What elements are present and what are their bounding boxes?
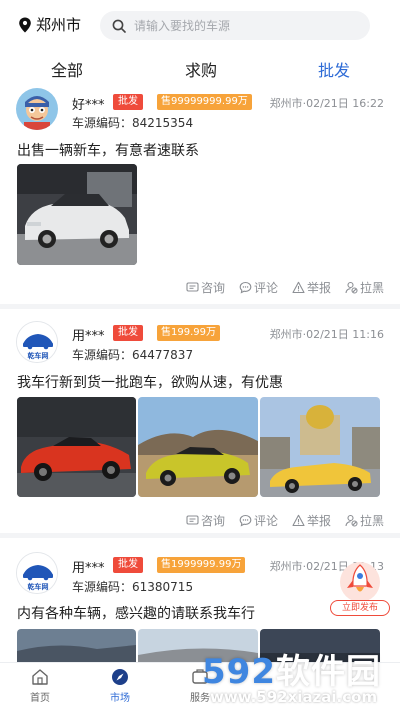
divider [0, 533, 400, 538]
price-tag: 售99999999.99万 [157, 94, 252, 110]
comment-icon [239, 281, 252, 294]
search-bar[interactable] [100, 11, 370, 40]
location-time: 郑州市·02/21日 16:22 [269, 97, 384, 110]
block-button[interactable]: 拉黑 [345, 279, 384, 296]
watermark-url: www.592xiazai.com [210, 688, 378, 706]
avatar[interactable]: 乾车网 [16, 321, 58, 363]
avatar-brand-text: 乾车网 [27, 352, 49, 360]
consult-label: 咨询 [200, 514, 225, 528]
listing-code: 车源编码：61380715 [72, 580, 194, 594]
publish-button[interactable]: 立即发布 [330, 560, 390, 616]
wholesale-tag: 批发 [113, 94, 143, 110]
car-photo[interactable] [260, 397, 380, 497]
comment-label: 评论 [253, 514, 278, 528]
comment-icon [239, 514, 252, 527]
post-actions: 咨询 评论 举报 拉黑 [186, 512, 384, 529]
tab-all[interactable]: 全部 [51, 57, 83, 81]
listing-code: 车源编码：84215354 [72, 116, 194, 130]
nav-home-label: 首页 [30, 693, 50, 704]
username: 用*** [72, 329, 105, 344]
watermark: 592软件园 www.592xiazai.com [196, 644, 400, 711]
block-label: 拉黑 [359, 514, 384, 528]
block-user-icon [345, 514, 358, 527]
report-button[interactable]: 举报 [292, 279, 331, 296]
avatar[interactable]: 乾车网 [16, 552, 58, 594]
post-description: 出售一辆新车，有意者速联系 [17, 143, 199, 159]
tab-wholesale[interactable]: 批发 [318, 57, 350, 81]
block-label: 拉黑 [359, 281, 384, 295]
post-card[interactable]: 乾车网 用*** 批发 售199.99万 郑州市·02/21日 11:16 车源… [0, 312, 400, 532]
car-photo[interactable] [17, 629, 136, 662]
block-user-icon [345, 281, 358, 294]
top-bar: 郑州市 [0, 0, 400, 50]
avatar-brand-text: 乾车网 [27, 583, 49, 591]
chat-icon [186, 282, 199, 292]
consult-button[interactable]: 咨询 [186, 279, 225, 296]
price-tag: 售199.99万 [157, 325, 220, 341]
home-icon [32, 669, 48, 685]
divider [0, 304, 400, 309]
car-photo[interactable] [17, 164, 137, 265]
nav-home[interactable]: 首页 [10, 667, 70, 704]
report-button[interactable]: 举报 [292, 512, 331, 529]
watermark-text: 软件园 [275, 652, 381, 692]
search-icon [112, 19, 126, 33]
username: 用*** [72, 561, 105, 576]
category-tabs: 全部 求购 批发 [0, 55, 400, 85]
location-pin-icon [19, 17, 31, 32]
warning-icon [292, 281, 305, 294]
price-tag: 售1999999.99万 [157, 557, 246, 573]
watermark-brand: 592软件园 [202, 644, 381, 693]
publish-label: 立即发布 [330, 600, 390, 616]
wholesale-tag: 批发 [113, 557, 143, 573]
city-label: 郑州市 [36, 16, 82, 34]
post-description: 我车行新到货一批跑车，欲购从速，有优惠 [17, 375, 283, 391]
report-label: 举报 [306, 514, 331, 528]
comment-label: 评论 [253, 281, 278, 295]
watermark-digits: 592 [202, 652, 276, 692]
block-button[interactable]: 拉黑 [345, 512, 384, 529]
post-card[interactable]: 好*** 批发 售99999999.99万 郑州市·02/21日 16:22 车… [0, 86, 400, 304]
car-photo[interactable] [17, 397, 136, 497]
car-photo[interactable] [138, 397, 258, 497]
tab-wanted[interactable]: 求购 [185, 57, 217, 81]
comment-button[interactable]: 评论 [239, 279, 278, 296]
chat-icon [186, 515, 199, 525]
post-actions: 咨询 评论 举报 拉黑 [186, 279, 384, 296]
city-selector[interactable]: 郑州市 [18, 14, 81, 35]
consult-label: 咨询 [200, 281, 225, 295]
consult-button[interactable]: 咨询 [186, 512, 225, 529]
report-label: 举报 [306, 281, 331, 295]
compass-icon [112, 669, 128, 685]
nav-market-label: 市场 [110, 693, 130, 704]
wholesale-tag: 批发 [113, 325, 143, 341]
listing-code: 车源编码：64477837 [72, 348, 194, 362]
nav-market[interactable]: 市场 [90, 667, 150, 704]
avatar[interactable] [16, 88, 58, 130]
warning-icon [292, 514, 305, 527]
post-description: 内有各种车辆，感兴趣的请联系我车行 [17, 606, 255, 622]
search-input[interactable] [134, 18, 344, 33]
comment-button[interactable]: 评论 [239, 512, 278, 529]
username: 好*** [72, 98, 105, 113]
location-time: 郑州市·02/21日 11:16 [269, 328, 384, 341]
